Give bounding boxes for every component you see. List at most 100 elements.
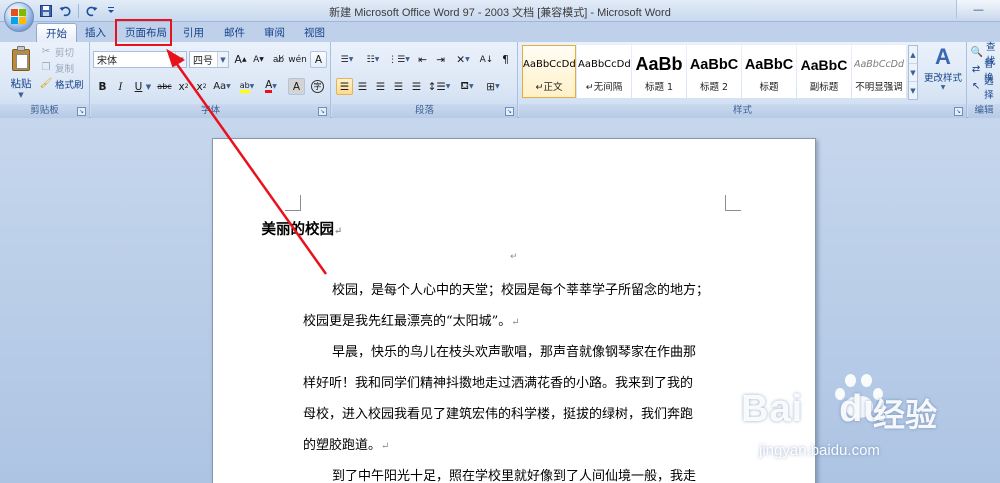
- select-label: 选择: [984, 75, 994, 101]
- window-title: 新建 Microsoft Office Word 97 - 2003 文档 [兼…: [329, 7, 671, 19]
- character-shading-button[interactable]: A: [288, 78, 305, 95]
- style-subtitle[interactable]: AaBbC 副标题: [797, 45, 851, 98]
- line-text: 校园，是每个人心中的天堂；校园是每个莘莘学子所留念的地方；: [332, 283, 710, 298]
- style-no-spacing[interactable]: AaBbCcDd ↵无间隔: [577, 45, 631, 98]
- style-title[interactable]: AaBbC 标题: [742, 45, 796, 98]
- bullets-button[interactable]: ☰ ▼: [336, 51, 358, 68]
- multilevel-list-icon: ⋮☰: [388, 54, 406, 65]
- line-text: 到了中午阳光十足，照在学校里就好像到了人间仙境一般，我走: [332, 469, 697, 483]
- font-color-button[interactable]: A ▼: [261, 78, 281, 95]
- phonetic-guide-button[interactable]: wén: [288, 51, 307, 68]
- tab-insert[interactable]: 插入: [76, 23, 115, 42]
- change-case-button[interactable]: Aa ▼: [212, 78, 232, 95]
- highlighter-icon: ab: [239, 81, 250, 93]
- style-heading-2[interactable]: AaBbC 标题 2: [687, 45, 741, 98]
- borders-button[interactable]: ⊞ ▼: [482, 78, 504, 95]
- chinese-layout-button[interactable]: ✕ ▼: [452, 51, 474, 68]
- minimize-button[interactable]: —: [956, 0, 1000, 18]
- clear-formatting-button[interactable]: ab̸: [270, 51, 287, 68]
- office-logo-icon: [11, 9, 27, 25]
- dialog-launcher-icon[interactable]: ↘: [77, 107, 86, 116]
- style-normal[interactable]: AaBbCcDd ↵正文: [522, 45, 576, 98]
- justify-icon: ☰: [393, 80, 404, 93]
- change-styles-icon: A: [935, 44, 951, 69]
- style-sample: AaBbC: [744, 56, 794, 73]
- grow-font-button[interactable]: A ▲: [232, 51, 249, 68]
- style-name: ↵无间隔: [585, 81, 623, 93]
- font-size-combo[interactable]: 四号 ▼: [189, 51, 229, 68]
- gallery-more-icon[interactable]: ▼: [909, 82, 917, 99]
- italic-button[interactable]: I: [112, 78, 129, 95]
- cut-button[interactable]: ✂ 剪切: [40, 44, 84, 59]
- paragraph-mark: ↵: [511, 317, 520, 328]
- line-spacing-button[interactable]: ↕☰ ▼: [428, 78, 451, 95]
- styles-gallery-scroll: ▲ ▼ ▼: [908, 45, 918, 100]
- underline-dropdown[interactable]: ▼: [144, 78, 153, 95]
- paste-button[interactable]: 粘贴 ▼: [6, 44, 36, 100]
- scroll-up-icon[interactable]: ▲: [909, 46, 917, 64]
- sort-button[interactable]: A↓: [478, 51, 495, 68]
- tab-home[interactable]: 开始: [36, 23, 77, 42]
- style-sample: AaBbCcDd: [523, 59, 575, 70]
- tab-references[interactable]: 引用: [174, 23, 213, 42]
- dialog-launcher-icon[interactable]: ↘: [954, 107, 963, 116]
- justify-button[interactable]: ☰: [390, 78, 407, 95]
- chevron-down-icon: ▼: [18, 91, 24, 99]
- line-text: 样好听！我和同学们精神抖擞地走过洒满花香的小路。我来到了我的: [303, 376, 694, 391]
- document-line: 母校，进入校园我看见了建筑宏伟的科学楼，挺拔的绿树，我们奔跑: [303, 400, 723, 431]
- borders-icon: ⊞: [486, 80, 496, 93]
- superscript-button[interactable]: x2: [193, 78, 210, 95]
- tab-label: 视图: [304, 27, 325, 39]
- align-center-button[interactable]: ☰: [354, 78, 371, 95]
- italic-icon: I: [118, 80, 123, 93]
- copy-button[interactable]: ❐ 复制: [40, 60, 84, 75]
- font-name-combo[interactable]: 宋体 ▼: [93, 51, 187, 68]
- dialog-launcher-icon[interactable]: ↘: [318, 107, 327, 116]
- watermark-chinese: 经验: [873, 396, 938, 434]
- office-button[interactable]: [4, 2, 34, 32]
- enclose-characters-button[interactable]: 字: [309, 78, 326, 95]
- character-border-button[interactable]: A: [310, 51, 327, 68]
- document-title-text: 美丽的校园: [261, 221, 335, 238]
- multilevel-list-button[interactable]: ⋮☰ ▼: [388, 51, 410, 68]
- tab-mailings[interactable]: 邮件: [215, 23, 254, 42]
- scroll-down-icon[interactable]: ▼: [909, 64, 917, 82]
- decrease-indent-icon: ⇤: [418, 53, 427, 66]
- group-label: 字体: [91, 104, 330, 118]
- paragraph-mark: ↵: [334, 226, 343, 237]
- document-line: 到了中午阳光十足，照在学校里就好像到了人间仙境一般，我走: [303, 462, 723, 483]
- change-styles-button[interactable]: A 更改样式 ▼: [921, 44, 965, 100]
- style-heading-1[interactable]: AaBb 标题 1: [632, 45, 686, 98]
- shrink-font-button[interactable]: A ▼: [250, 51, 267, 68]
- distribute-icon: ☰: [411, 80, 422, 93]
- strikethrough-icon: abc: [157, 82, 172, 91]
- dialog-launcher-icon[interactable]: ↘: [505, 107, 514, 116]
- format-painter-button[interactable]: 🖌 格式刷: [40, 76, 84, 91]
- copy-icon: ❐: [41, 62, 51, 73]
- shading-button[interactable]: ⛾ ▼: [456, 78, 478, 95]
- enclose-characters-icon: 字: [311, 80, 324, 93]
- paragraph-group: ☰ ▼ ☷ ▼ ⋮☰ ▼ ⇤ ⇥ ✕ ▼ A↓ ¶ ☰ ☰ ☰ ☰ ☰ ↕☰ ▼ ⛾ ▼ ⊞…: [332, 42, 518, 118]
- chevron-down-icon[interactable]: ▼: [175, 52, 186, 67]
- bullets-icon: ☰: [340, 54, 349, 65]
- style-name: ↵正文: [535, 81, 563, 93]
- tab-review[interactable]: 审阅: [255, 23, 294, 42]
- subscript-button[interactable]: x2: [175, 78, 192, 95]
- bold-button[interactable]: B: [94, 78, 111, 95]
- paste-icon: [10, 46, 32, 72]
- numbering-button[interactable]: ☷ ▼: [362, 51, 384, 68]
- show-marks-button[interactable]: ¶: [497, 51, 514, 68]
- decrease-indent-button[interactable]: ⇤: [414, 51, 431, 68]
- style-subtle-emphasis[interactable]: AaBbCcDd 不明显强调: [852, 45, 906, 98]
- align-right-button[interactable]: ☰: [372, 78, 389, 95]
- tab-view[interactable]: 视图: [295, 23, 334, 42]
- chevron-down-icon[interactable]: ▼: [217, 52, 228, 67]
- distribute-button[interactable]: ☰: [408, 78, 425, 95]
- text-highlight-button[interactable]: ab ▼: [237, 78, 257, 95]
- select-button[interactable]: ↖ 选择: [971, 76, 1000, 101]
- increase-indent-button[interactable]: ⇥: [432, 51, 449, 68]
- phonetic-guide-icon: wén: [288, 54, 307, 65]
- strikethrough-button[interactable]: abc: [156, 78, 173, 95]
- align-left-button[interactable]: ☰: [336, 78, 353, 95]
- font-name-value: 宋体: [97, 56, 117, 67]
